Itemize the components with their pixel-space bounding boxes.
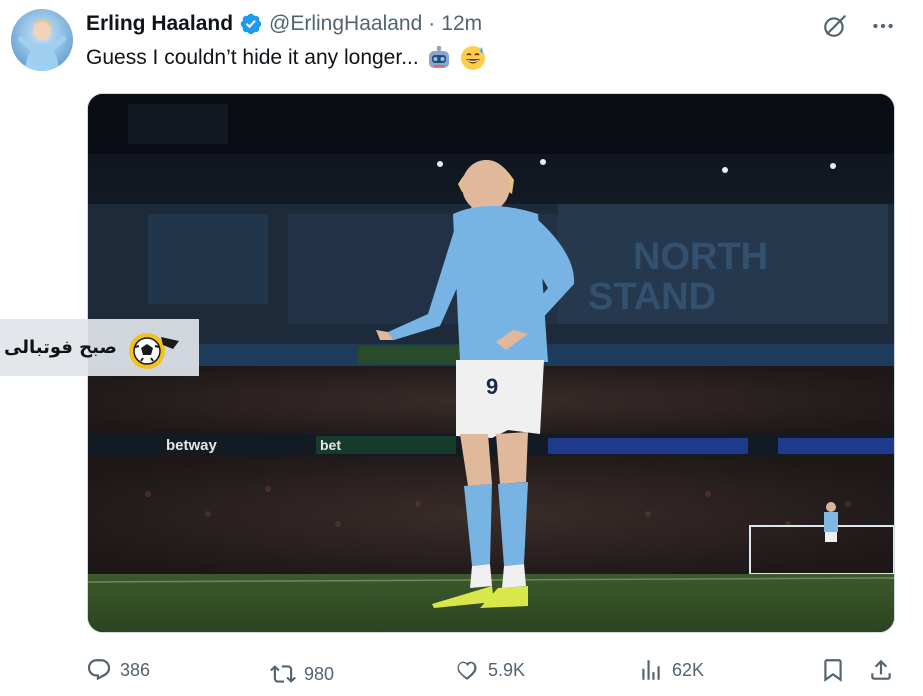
views-button[interactable]: 62K — [638, 650, 704, 690]
stand-text-stand: STAND — [588, 276, 716, 318]
verified-badge-icon — [240, 13, 262, 35]
share-button[interactable] — [868, 650, 894, 690]
views-icon — [642, 660, 660, 680]
ad-bet: bet — [320, 437, 341, 453]
grok-icon[interactable] — [821, 12, 849, 40]
bookmark-icon — [824, 659, 842, 682]
tweet-media[interactable]: NORTH STAND betway bet 9 — [87, 93, 895, 633]
repost-icon — [270, 665, 296, 683]
more-icon[interactable] — [869, 12, 897, 40]
grin-sweat-emoji — [460, 46, 485, 70]
robot-emoji — [428, 46, 449, 68]
share-icon — [871, 659, 891, 680]
views-count: 62K — [672, 659, 705, 680]
watermark-overlay: صبح فوتبالی — [0, 319, 199, 376]
reply-button[interactable]: 386 — [86, 650, 150, 690]
shirt-number: 9 — [486, 374, 498, 399]
reply-icon — [87, 659, 111, 681]
football-logo-icon — [128, 332, 179, 369]
top-actions — [821, 12, 897, 40]
photo-stadium: NORTH STAND betway bet 9 — [88, 94, 894, 632]
header-separator: · — [428, 12, 436, 35]
author-name[interactable]: Erling Haaland — [86, 12, 233, 36]
tweet-actions: 386 980 5.9K 62K — [86, 650, 898, 690]
tweet-header: Erling Haaland @ErlingHaaland · 12m — [86, 10, 482, 38]
repost-button[interactable]: 980 — [270, 654, 334, 694]
like-icon — [457, 661, 477, 680]
tweet-text: Guess I couldn’t hide it any longer... — [86, 46, 419, 69]
like-count: 5.9K — [488, 659, 526, 680]
repost-count: 980 — [304, 663, 335, 684]
avatar-image — [18, 19, 66, 71]
author-avatar[interactable] — [11, 9, 73, 71]
bookmark-button[interactable] — [820, 650, 846, 690]
stand-text-north: NORTH — [633, 236, 768, 278]
ad-betway: betway — [166, 437, 218, 454]
reply-count: 386 — [120, 659, 151, 680]
tweet-timestamp[interactable]: 12m — [441, 12, 482, 36]
tweet-card: Erling Haaland @ErlingHaaland · 12m Gues… — [0, 0, 923, 696]
like-button[interactable]: 5.9K — [454, 650, 525, 690]
watermark-text: صبح فوتبالی — [4, 337, 117, 358]
tweet-text-row: Guess I couldn’t hide it any longer... — [86, 44, 487, 72]
author-handle[interactable]: @ErlingHaaland — [269, 12, 422, 36]
